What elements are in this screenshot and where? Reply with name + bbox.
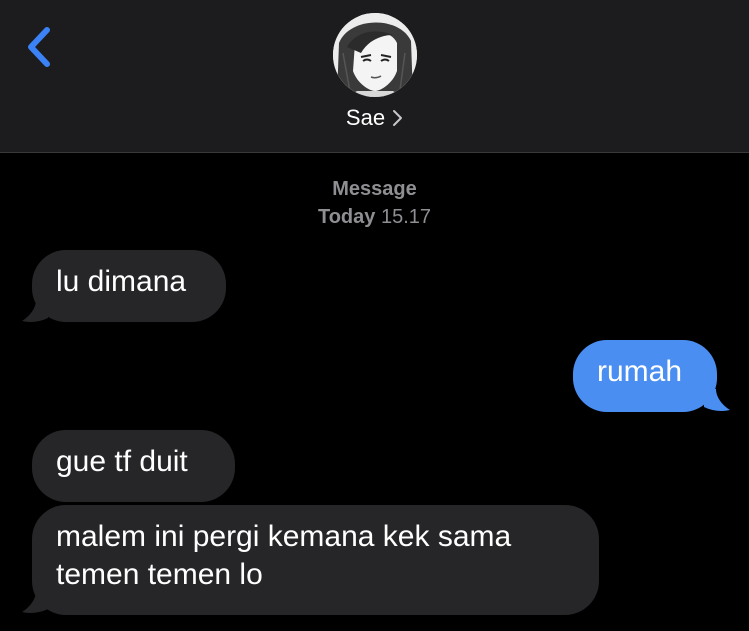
message-bubble-incoming[interactable]: malem ini pergi kemana kek sama temen te… [32,505,599,615]
avatar-image [333,13,417,97]
timestamp-time: 15.17 [380,206,432,228]
message-text: gue tf duit [56,445,188,478]
message-text: rumah [597,355,683,388]
message-text: lu dimana [56,265,187,298]
message-bubble-outgoing[interactable]: rumah [573,340,717,412]
service-label: Message [332,178,417,200]
conversation-header: Sae [0,0,749,153]
contact-name: Sae [345,105,386,130]
message-text-line: malem ini pergi kemana kek sama [56,520,512,553]
timestamp: Today 15.17 [0,204,749,230]
avatar[interactable] [333,13,417,97]
chevron-left-icon[interactable] [22,24,56,70]
timestamp-day: Today [317,206,376,228]
message-bubble-incoming[interactable]: gue tf duit [32,430,235,502]
message-text-line: temen temen lo [56,558,263,591]
chevron-right-icon [393,110,403,126]
contact-name-button[interactable]: Sae [0,103,749,133]
message-bubble-incoming[interactable]: lu dimana [32,250,226,322]
